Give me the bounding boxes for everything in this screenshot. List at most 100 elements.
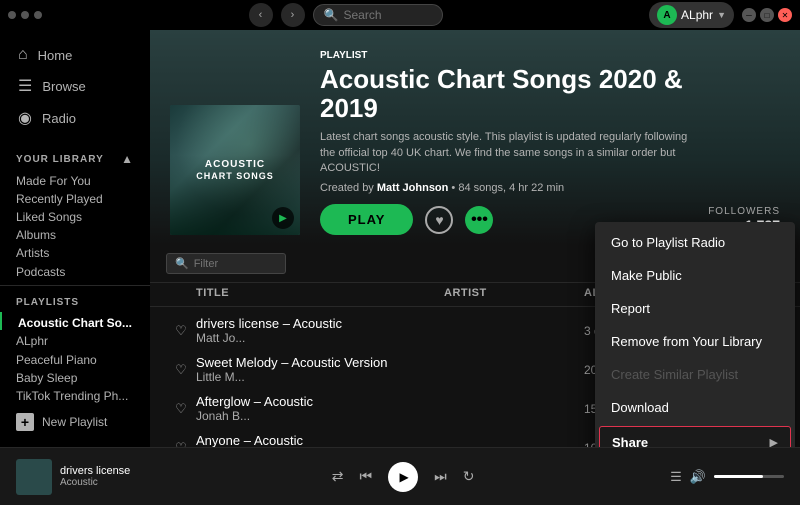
track-heart[interactable]: ♡: [166, 323, 196, 339]
sidebar-item-albums[interactable]: Albums: [0, 224, 150, 242]
new-playlist-label: New Playlist: [42, 415, 107, 429]
sidebar-item-alphr[interactable]: ALphr: [0, 330, 150, 348]
sidebar-item-browse[interactable]: ☰ Browse: [10, 70, 140, 102]
player-right: ☰ 🔊: [670, 469, 784, 485]
album-art-text-line2: CHART SONGS: [196, 171, 274, 183]
sidebar-item-label: Home: [38, 48, 73, 63]
sidebar-item-artists[interactable]: Artists: [0, 242, 150, 260]
playlist-description: Latest chart songs acoustic style. This …: [320, 130, 700, 176]
radio-icon: ◉: [18, 108, 32, 128]
sidebar-item-recently-played[interactable]: Recently Played: [0, 188, 150, 206]
followers-label: FOLLOWERS: [708, 206, 780, 217]
window-controls: ─ □ ✕: [742, 8, 792, 22]
heart-button[interactable]: ♥: [425, 206, 453, 234]
playlists-section-title: PLAYLISTS: [0, 291, 150, 312]
shuffle-button[interactable]: ⇄: [332, 468, 344, 485]
menu-item-download[interactable]: Download: [595, 391, 795, 424]
track-title: Anyone – Acoustic: [196, 433, 444, 447]
filter-input[interactable]: [194, 258, 284, 270]
maximize-button[interactable]: □: [760, 8, 774, 22]
track-title-cell: Afterglow – Acoustic Jonah B...: [196, 394, 444, 423]
col-heart: [166, 287, 196, 300]
player-controls: ⇄ ⏮ ▶ ⏭ ↻: [136, 462, 670, 492]
previous-button[interactable]: ⏮: [359, 468, 372, 485]
library-section-title: YOUR LIBRARY ▲: [0, 146, 150, 170]
speaker-icon: 🔊: [690, 469, 706, 485]
new-playlist-button[interactable]: + New Playlist: [0, 407, 150, 437]
next-button[interactable]: ⏭: [434, 468, 447, 485]
sidebar-divider: [0, 285, 150, 286]
menu-item-create-similar: Create Similar Playlist: [595, 358, 795, 391]
sidebar-item-peaceful-piano[interactable]: Peaceful Piano: [0, 349, 150, 367]
play-icon: ▶: [399, 470, 408, 484]
menu-item-remove-library[interactable]: Remove from Your Library: [595, 325, 795, 358]
sidebar-item-podcasts[interactable]: Podcasts: [0, 261, 150, 279]
search-icon: 🔍: [324, 8, 339, 22]
track-artist: Jonah B...: [196, 409, 444, 423]
title-bar: ‹ › 🔍 A ALphr ▼ ─ □ ✕: [0, 0, 800, 30]
main-layout: ⌂ Home ☰ Browse ◉ Radio YOUR LIBRARY ▲ M…: [0, 30, 800, 447]
repeat-button[interactable]: ↻: [463, 468, 475, 485]
sidebar-item-liked-songs[interactable]: Liked Songs: [0, 206, 150, 224]
song-count: 84 songs: [458, 182, 503, 194]
play-pause-button[interactable]: ▶: [388, 462, 418, 492]
playlist-creator[interactable]: Matt Johnson: [377, 182, 449, 194]
sidebar-item-label: Browse: [42, 79, 85, 94]
search-bar[interactable]: 🔍: [313, 4, 443, 26]
track-artist: Matt Jo...: [196, 331, 444, 345]
track-heart[interactable]: ♡: [166, 440, 196, 447]
chevron-right-icon: ▶: [770, 436, 778, 447]
chevron-down-icon: ▼: [717, 10, 726, 20]
sidebar-nav: ⌂ Home ☰ Browse ◉ Radio: [0, 40, 150, 134]
track-heart[interactable]: ♡: [166, 401, 196, 417]
menu-item-report[interactable]: Report: [595, 292, 795, 325]
sidebar-item-radio[interactable]: ◉ Radio: [10, 102, 140, 134]
duration: 4 hr 22 min: [509, 182, 564, 194]
track-title-cell: Anyone – Acoustic Jae Ha...: [196, 433, 444, 447]
username-label: ALphr: [681, 8, 713, 22]
sidebar-item-label: Radio: [42, 111, 76, 126]
forward-button[interactable]: ›: [281, 3, 305, 27]
play-button[interactable]: PLAY: [320, 204, 413, 235]
user-menu[interactable]: A ALphr ▼: [649, 2, 734, 28]
title-bar-nav: ‹ › 🔍: [249, 3, 443, 27]
menu-item-go-to-radio[interactable]: Go to Playlist Radio: [595, 226, 795, 259]
sidebar-item-baby-sleep[interactable]: Baby Sleep: [0, 367, 150, 385]
content-area: ACOUSTIC CHART SONGS ▶ PLAYLIST Acoustic…: [150, 30, 800, 447]
filter-icon: 🔍: [175, 257, 189, 270]
playlist-info: PLAYLIST Acoustic Chart Songs 2020 &2019…: [320, 50, 780, 235]
minimize-button[interactable]: ─: [742, 8, 756, 22]
menu-item-share[interactable]: Share ▶: [599, 426, 791, 447]
sidebar-item-tiktok-trending[interactable]: TikTok Trending Ph...: [0, 385, 150, 403]
filter-input-wrapper[interactable]: 🔍: [166, 253, 286, 274]
playlist-title: Acoustic Chart Songs 2020 &2019: [320, 65, 780, 122]
browse-icon: ☰: [18, 76, 32, 96]
sidebar-item-home[interactable]: ⌂ Home: [10, 40, 140, 70]
track-heart[interactable]: ♡: [166, 362, 196, 378]
playlist-actions: PLAY ♥ •••: [320, 204, 493, 235]
context-menu: Go to Playlist Radio Make Public Report …: [595, 222, 795, 447]
sidebar-item-acoustic-chart[interactable]: Acoustic Chart So...: [0, 312, 150, 330]
playlist-meta: Created by Matt Johnson • 84 songs, 4 hr…: [320, 182, 780, 194]
volume-slider[interactable]: [714, 475, 784, 478]
avatar: A: [657, 5, 677, 25]
collapse-library-button[interactable]: ▲: [121, 152, 134, 166]
title-bar-right: A ALphr ▼ ─ □ ✕: [649, 2, 792, 28]
col-artist: ARTIST: [444, 287, 584, 300]
playlist-type: PLAYLIST: [320, 50, 780, 61]
col-title: TITLE: [196, 287, 444, 300]
sidebar: ⌂ Home ☰ Browse ◉ Radio YOUR LIBRARY ▲ M…: [0, 30, 150, 447]
track-title-cell: drivers license – Acoustic Matt Jo...: [196, 316, 444, 345]
track-title-cell: Sweet Melody – Acoustic Version Little M…: [196, 355, 444, 384]
home-icon: ⌂: [18, 46, 28, 64]
more-options-button[interactable]: •••: [465, 206, 493, 234]
track-title: Afterglow – Acoustic: [196, 394, 444, 409]
back-button[interactable]: ‹: [249, 3, 273, 27]
menu-item-make-public[interactable]: Make Public: [595, 259, 795, 292]
list-icon[interactable]: ☰: [670, 469, 682, 485]
close-button[interactable]: ✕: [778, 8, 792, 22]
album-art: ACOUSTIC CHART SONGS ▶: [170, 105, 300, 235]
sidebar-item-made-for-you[interactable]: Made For You: [0, 170, 150, 188]
search-input[interactable]: [343, 8, 443, 22]
track-title: drivers license – Acoustic: [196, 316, 444, 331]
